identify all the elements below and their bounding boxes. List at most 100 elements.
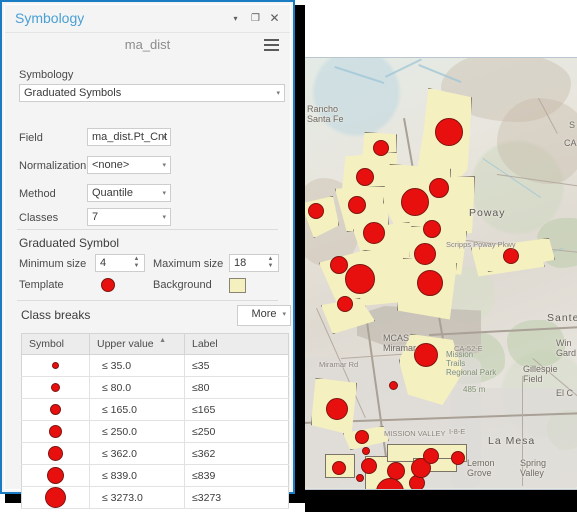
table-row[interactable]: ≤ 165.0 ≤165 <box>21 398 289 421</box>
class-break-label[interactable]: ≤35 <box>184 354 289 377</box>
graduated-symbol[interactable] <box>362 447 370 455</box>
class-break-upper-value[interactable]: ≤ 839.0 <box>89 464 185 487</box>
graduated-symbol[interactable] <box>414 343 438 367</box>
map-basemap <box>301 58 577 489</box>
column-header-symbol[interactable]: Symbol <box>21 333 90 355</box>
classes-dropdown[interactable]: 7 ▾ <box>87 208 171 226</box>
column-header-label[interactable]: Label <box>184 333 289 355</box>
table-row[interactable]: ≤ 250.0 ≤250 <box>21 420 289 443</box>
class-break-symbol[interactable] <box>49 425 62 438</box>
symbology-type-dropdown[interactable]: Graduated Symbols ▾ <box>19 84 285 102</box>
method-dropdown[interactable]: Quantile ▾ <box>87 184 171 202</box>
graduated-symbol[interactable] <box>355 430 369 444</box>
class-break-symbol-cell[interactable] <box>21 398 90 421</box>
normalization-value: <none> <box>92 159 130 171</box>
chevron-down-icon: ▾ <box>162 162 166 169</box>
layer-name: ma_dist <box>124 37 171 52</box>
class-break-upper-value[interactable]: ≤ 35.0 <box>89 354 185 377</box>
field-value: ma_dist.Pt_Cnt <box>92 131 168 143</box>
class-break-upper-value[interactable]: ≤ 80.0 <box>89 376 185 399</box>
map-view[interactable]: Rancho Santa FePowaySanteeLa MesaLemon G… <box>300 57 577 490</box>
graduated-symbol[interactable] <box>417 270 443 296</box>
class-break-symbol-cell[interactable] <box>21 486 90 509</box>
hamburger-icon[interactable] <box>264 39 279 51</box>
more-button[interactable]: More ▾ <box>237 305 291 326</box>
graduated-symbol[interactable] <box>348 196 366 214</box>
class-breaks-table[interactable]: Symbol Upper value ▲ Label ≤ 35.0 ≤35 ≤ 80… <box>21 333 289 509</box>
graduated-symbol[interactable] <box>423 220 441 238</box>
minimum-size-value: 4 <box>100 257 107 269</box>
classes-label: Classes <box>19 212 59 224</box>
class-break-symbol-cell[interactable] <box>21 420 90 443</box>
symbology-panel[interactable]: Symbology ▾ ❐ ✕ ma_dist Symbology Gradua… <box>0 0 295 509</box>
classes-value: 7 <box>92 211 99 223</box>
river <box>334 66 385 84</box>
graduated-symbol[interactable] <box>330 256 348 274</box>
graduated-symbol[interactable] <box>401 188 429 216</box>
class-break-symbol-cell[interactable] <box>21 354 90 377</box>
graduated-symbol[interactable] <box>345 264 375 294</box>
class-break-upper-value[interactable]: ≤ 165.0 <box>89 398 185 421</box>
graduated-symbol[interactable] <box>423 448 439 464</box>
column-header-upper-value-label: Upper value <box>97 338 154 350</box>
graduated-symbol[interactable] <box>429 178 449 198</box>
class-break-label[interactable]: ≤839 <box>184 464 289 487</box>
method-label: Method <box>19 188 56 200</box>
class-break-symbol[interactable] <box>47 467 64 484</box>
graduated-symbol[interactable] <box>361 458 377 474</box>
graduated-symbol[interactable] <box>308 203 324 219</box>
class-break-label[interactable]: ≤165 <box>184 398 289 421</box>
minimum-size-stepper[interactable]: 4 ▲ ▼ <box>95 254 145 272</box>
normalization-dropdown[interactable]: <none> ▾ <box>87 156 171 174</box>
stepper-arrows-icon[interactable]: ▲ ▼ <box>133 256 140 271</box>
table-row[interactable]: ≤ 35.0 ≤35 <box>21 354 289 377</box>
class-break-symbol-cell[interactable] <box>21 464 90 487</box>
class-break-symbol[interactable] <box>51 383 60 393</box>
symbology-type-value: Graduated Symbols <box>24 87 122 99</box>
class-break-symbol[interactable] <box>50 404 61 416</box>
chevron-down-icon[interactable]: ▾ <box>229 12 242 25</box>
class-break-symbol-cell[interactable] <box>21 442 90 465</box>
class-break-label[interactable]: ≤250 <box>184 420 289 443</box>
graduated-symbol[interactable] <box>435 118 463 146</box>
method-value: Quantile <box>92 187 133 199</box>
chevron-down-icon: ▾ <box>162 190 166 197</box>
section-divider <box>17 300 278 301</box>
background-color-swatch[interactable] <box>229 278 246 293</box>
graduated-symbol[interactable] <box>414 243 436 265</box>
graduated-symbol[interactable] <box>451 451 465 465</box>
class-break-label[interactable]: ≤80 <box>184 376 289 399</box>
class-break-label[interactable]: ≤3273 <box>184 486 289 509</box>
class-break-upper-value[interactable]: ≤ 362.0 <box>89 442 185 465</box>
class-break-symbol[interactable] <box>45 487 66 508</box>
table-row[interactable]: ≤ 3273.0 ≤3273 <box>21 486 289 509</box>
graduated-symbol[interactable] <box>356 168 374 186</box>
close-icon[interactable]: ✕ <box>268 12 281 25</box>
table-row[interactable]: ≤ 362.0 ≤362 <box>21 442 289 465</box>
graduated-symbol[interactable] <box>326 398 348 420</box>
maximum-size-stepper[interactable]: 18 ▲ ▼ <box>229 254 279 272</box>
class-break-upper-value[interactable]: ≤ 3273.0 <box>89 486 185 509</box>
table-row[interactable]: ≤ 839.0 ≤839 <box>21 464 289 487</box>
graduated-symbol[interactable] <box>337 296 353 312</box>
class-break-symbol[interactable] <box>48 446 63 461</box>
graduated-symbol[interactable] <box>373 140 389 156</box>
class-break-label[interactable]: ≤362 <box>184 442 289 465</box>
class-break-symbol[interactable] <box>52 362 59 370</box>
column-header-upper-value[interactable]: Upper value ▲ <box>89 333 185 355</box>
class-break-upper-value[interactable]: ≤ 250.0 <box>89 420 185 443</box>
terrain-patch <box>497 98 577 184</box>
minimum-size-label: Minimum size <box>19 258 87 270</box>
graduated-symbol[interactable] <box>389 381 398 390</box>
table-row[interactable]: ≤ 80.0 ≤80 <box>21 376 289 399</box>
graduated-symbol[interactable] <box>332 461 346 475</box>
graduated-symbol[interactable] <box>503 248 519 264</box>
stepper-arrows-icon[interactable]: ▲ ▼ <box>267 256 274 271</box>
class-break-symbol-cell[interactable] <box>21 376 90 399</box>
background-label: Background <box>153 279 212 291</box>
template-symbol-swatch[interactable] <box>101 278 115 292</box>
graduated-symbol[interactable] <box>363 222 385 244</box>
graduated-symbol[interactable] <box>356 474 364 482</box>
field-dropdown[interactable]: ma_dist.Pt_Cnt ▾ <box>87 128 171 146</box>
maximize-icon[interactable]: ❐ <box>249 12 262 25</box>
